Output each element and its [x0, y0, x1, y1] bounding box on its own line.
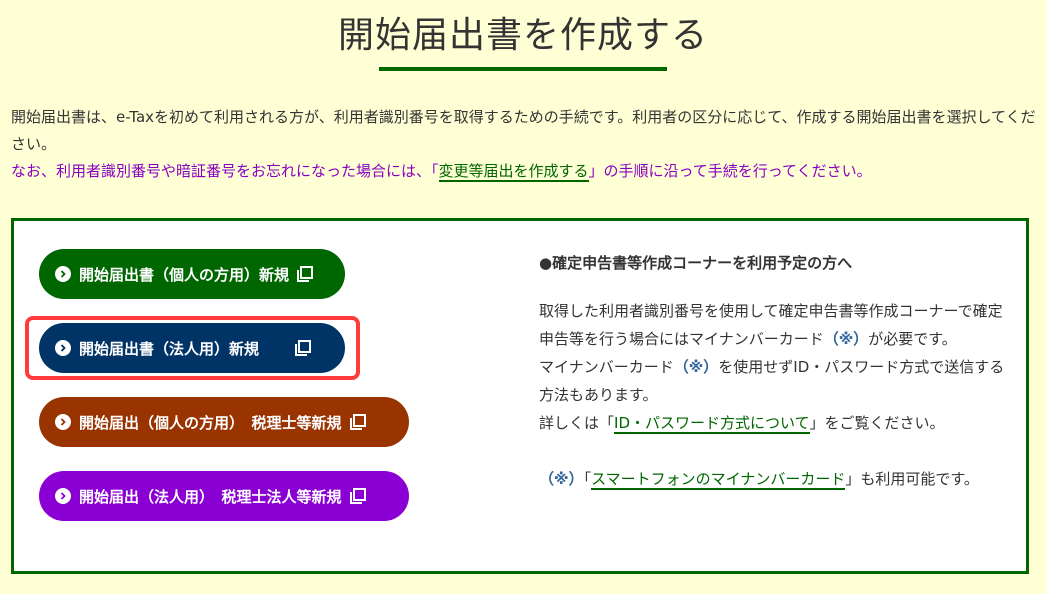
- external-window-icon: [349, 488, 366, 504]
- button-label: 開始届出書（法人用）新規: [79, 339, 260, 358]
- external-window-icon: [349, 414, 366, 430]
- intro-description: 開始届出書は、e-Taxを初めて利用される方が、利用者識別番号を取得するための手…: [11, 108, 1036, 153]
- info-section: ●確定申告書等作成コーナーを利用予定の方へ 取得した利用者識別番号を使用して確定…: [539, 249, 1009, 493]
- info-paragraph-details: 詳しくは「ID・パスワード方式について」をご覧ください。: [539, 409, 1009, 437]
- notice-text-after: 」の手順に沿って手続を行ってください。: [588, 162, 872, 180]
- id-password-method-link[interactable]: ID・パスワード方式について: [614, 414, 810, 434]
- note-mark: （※）: [823, 330, 869, 348]
- info-text: 「: [583, 470, 592, 488]
- info-text: マイナンバーカード: [539, 358, 674, 376]
- smartphone-mynumber-link[interactable]: スマートフォンのマイナンバーカード: [591, 470, 846, 490]
- page-title: 開始届出書を作成する: [337, 15, 708, 56]
- button-label: 開始届出書（個人の方用）新規: [79, 265, 290, 284]
- info-text: 」をご覧ください。: [809, 414, 945, 432]
- corporate-tax-accountant-new-button[interactable]: 開始届出（法人用） 税理士法人等新規: [39, 471, 409, 521]
- title-underline: [379, 67, 667, 71]
- corporate-new-button[interactable]: 開始届出書（法人用）新規: [39, 323, 345, 373]
- external-window-icon: [297, 266, 314, 282]
- info-heading: ●確定申告書等作成コーナーを利用予定の方へ: [539, 254, 853, 272]
- info-paragraph-card: 取得した利用者識別番号を使用して確定申告書等作成コーナーで確定申告等を行う場合に…: [539, 297, 1009, 353]
- button-label: 開始届出（個人の方用） 税理士等新規: [79, 413, 342, 432]
- info-paragraph-password: マイナンバーカード（※）を使用せずID・パスワード方式で送信する方法もあります。: [539, 353, 1009, 409]
- info-footnote: （※）「スマートフォンのマイナンバーカード」も利用可能です。: [539, 465, 1009, 493]
- info-text: が必要です。: [868, 330, 957, 348]
- button-label: 開始届出（法人用） 税理士法人等新規: [79, 487, 342, 506]
- intro-notice: なお、利用者識別番号や暗証番号をお忘れになった場合には、「変更等届出を作成する」…: [11, 158, 1036, 185]
- note-mark: （※）: [539, 470, 584, 488]
- chevron-right-icon: [55, 488, 71, 504]
- info-text: 」も利用可能です。: [845, 470, 979, 488]
- individual-tax-accountant-new-button[interactable]: 開始届出（個人の方用） 税理士等新規: [39, 397, 409, 447]
- external-window-icon: [295, 340, 312, 356]
- individual-new-button[interactable]: 開始届出書（個人の方用）新規: [39, 249, 345, 299]
- chevron-right-icon: [55, 266, 71, 282]
- notice-text-before: なお、利用者識別番号や暗証番号をお忘れになった場合には、「: [11, 162, 439, 180]
- intro-text: 開始届出書は、e-Taxを初めて利用される方が、利用者識別番号を取得するための手…: [11, 104, 1036, 185]
- application-panel: 開始届出書（個人の方用）新規 開始届出書（法人用）新規 開始届出（個人の方用） …: [11, 218, 1029, 574]
- note-mark: （※）: [673, 358, 719, 376]
- info-text: 詳しくは「: [539, 414, 615, 432]
- chevron-right-icon: [55, 414, 71, 430]
- chevron-right-icon: [55, 340, 71, 356]
- change-notification-link[interactable]: 変更等届出を作成する: [438, 162, 589, 182]
